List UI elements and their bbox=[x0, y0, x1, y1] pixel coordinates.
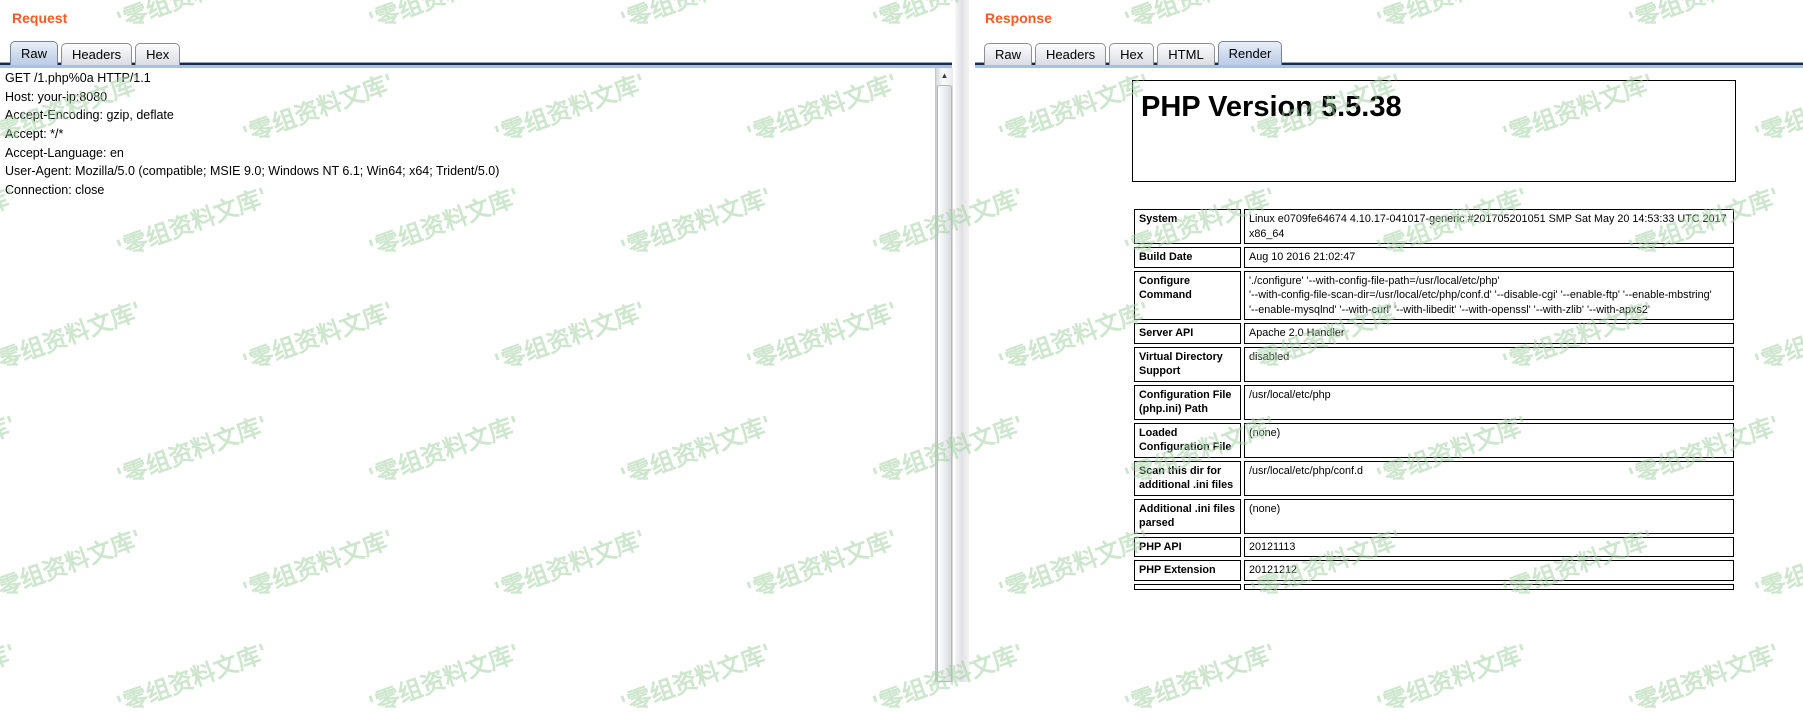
watermark-text: '零组资料文库' bbox=[1371, 0, 1532, 36]
phpinfo-row-value bbox=[1244, 584, 1734, 590]
response-tab-headers[interactable]: Headers bbox=[1035, 43, 1106, 65]
request-tab-headers[interactable]: Headers bbox=[61, 43, 132, 65]
phpinfo-row-label: System bbox=[1134, 209, 1241, 244]
phpinfo-row-label bbox=[1134, 584, 1241, 590]
phpinfo-row-label: Loaded Configuration File bbox=[1134, 423, 1241, 458]
watermark-text: '零组资料文库' bbox=[1623, 0, 1784, 36]
phpinfo-row-value: './configure' '--with-config-file-path=/… bbox=[1244, 271, 1734, 321]
request-tab-raw[interactable]: Raw bbox=[10, 41, 58, 65]
request-line: Accept-Language: en bbox=[5, 146, 935, 165]
phpinfo-row-value: (none) bbox=[1244, 499, 1734, 534]
table-row: SystemLinux e0709fe64674 4.10.17-041017-… bbox=[1134, 209, 1734, 244]
phpinfo-table: SystemLinux e0709fe64674 4.10.17-041017-… bbox=[1131, 206, 1737, 593]
table-row: PHP API20121113 bbox=[1134, 537, 1734, 558]
phpinfo-row-value: (none) bbox=[1244, 423, 1734, 458]
table-row: Configure Command'./configure' '--with-c… bbox=[1134, 271, 1734, 321]
response-tab-raw[interactable]: Raw bbox=[984, 43, 1032, 65]
table-row: Build DateAug 10 2016 21:02:47 bbox=[1134, 247, 1734, 268]
table-row: PHP Extension20121212 bbox=[1134, 560, 1734, 581]
watermark-text: '零组资料文库' bbox=[111, 0, 272, 36]
request-scrollbar[interactable]: ▲ bbox=[935, 68, 953, 682]
table-row: Server APIApache 2.0 Handler bbox=[1134, 323, 1734, 344]
phpinfo-row-label: PHP Extension bbox=[1134, 560, 1241, 581]
phpinfo-row-value: 20121212 bbox=[1244, 560, 1734, 581]
table-row bbox=[1134, 584, 1734, 590]
table-row: Virtual Directory Supportdisabled bbox=[1134, 347, 1734, 382]
pane-splitter[interactable] bbox=[955, 0, 969, 682]
request-line: Host: your-ip:8080 bbox=[5, 90, 935, 109]
phpinfo-row-label: PHP API bbox=[1134, 537, 1241, 558]
response-tab-hex[interactable]: Hex bbox=[1109, 43, 1154, 65]
phpinfo-row-value: /usr/local/etc/php bbox=[1244, 385, 1734, 420]
response-tab-html[interactable]: HTML bbox=[1157, 43, 1214, 65]
phpinfo-row-value: Apache 2.0 Handler bbox=[1244, 323, 1734, 344]
phpinfo-row-value: disabled bbox=[1244, 347, 1734, 382]
scroll-up-arrow-icon[interactable]: ▲ bbox=[936, 68, 953, 85]
phpinfo-row-value: /usr/local/etc/php/conf.d bbox=[1244, 461, 1734, 496]
request-tab-hex[interactable]: Hex bbox=[135, 43, 180, 65]
phpinfo-row-label: Configuration File (php.ini) Path bbox=[1134, 385, 1241, 420]
request-editor[interactable]: GET /1.php%0a HTTP/1.1 Host: your-ip:808… bbox=[0, 68, 935, 682]
phpinfo-row-label: Virtual Directory Support bbox=[1134, 347, 1241, 382]
phpinfo-row-label: Configure Command bbox=[1134, 271, 1241, 321]
php-version-heading: PHP Version 5.5.38 bbox=[1141, 91, 1735, 124]
request-line: Connection: close bbox=[5, 183, 935, 202]
watermark-text: '零组资料文库' bbox=[363, 0, 524, 36]
watermark-text: '零组资料文库' bbox=[1119, 0, 1280, 36]
table-row: Loaded Configuration File(none) bbox=[1134, 423, 1734, 458]
response-pane-title: Response bbox=[985, 10, 1052, 26]
phpinfo-row-value: 20121113 bbox=[1244, 537, 1734, 558]
phpinfo-row-label: Server API bbox=[1134, 323, 1241, 344]
request-line: Accept: */* bbox=[5, 127, 935, 146]
phpinfo-row-label: Additional .ini files parsed bbox=[1134, 499, 1241, 534]
watermark-text: '零组资料文库' bbox=[615, 0, 776, 36]
phpinfo-row-value: Aug 10 2016 21:02:47 bbox=[1244, 247, 1734, 268]
phpinfo-row-label: Scan this dir for additional .ini files bbox=[1134, 461, 1241, 496]
response-tab-render[interactable]: Render bbox=[1218, 41, 1283, 65]
request-line: GET /1.php%0a HTTP/1.1 bbox=[5, 71, 935, 90]
response-tabbar: Raw Headers Hex HTML Render bbox=[984, 41, 1282, 65]
request-pane-title: Request bbox=[12, 10, 67, 26]
php-version-box: PHP Version 5.5.38 bbox=[1132, 80, 1736, 182]
phpinfo-row-value: Linux e0709fe64674 4.10.17-041017-generi… bbox=[1244, 209, 1734, 244]
table-row: Configuration File (php.ini) Path/usr/lo… bbox=[1134, 385, 1734, 420]
scrollbar-thumb[interactable] bbox=[937, 85, 952, 682]
table-row: Additional .ini files parsed(none) bbox=[1134, 499, 1734, 534]
request-line: User-Agent: Mozilla/5.0 (compatible; MSI… bbox=[5, 164, 935, 183]
request-line: Accept-Encoding: gzip, deflate bbox=[5, 108, 935, 127]
request-tabbar: Raw Headers Hex bbox=[10, 41, 180, 65]
phpinfo-row-label: Build Date bbox=[1134, 247, 1241, 268]
table-row: Scan this dir for additional .ini files/… bbox=[1134, 461, 1734, 496]
